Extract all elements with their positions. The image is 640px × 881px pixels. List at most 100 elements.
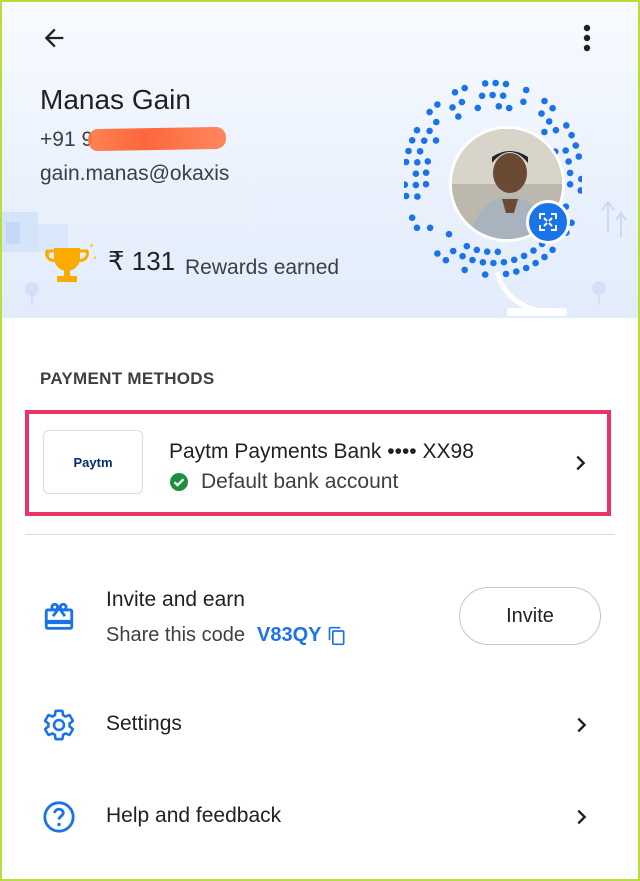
qr-dot bbox=[414, 193, 421, 200]
qr-dot bbox=[405, 147, 412, 155]
qr-dot bbox=[449, 247, 457, 255]
gear-icon bbox=[43, 709, 75, 741]
help-label: Help and feedback bbox=[106, 804, 282, 827]
payment-methods-title: PAYMENT METHODS bbox=[40, 369, 215, 388]
qr-dot bbox=[442, 256, 450, 264]
phone-prefix: +91 bbox=[40, 128, 76, 151]
qr-dot bbox=[469, 256, 476, 264]
qr-dot bbox=[433, 118, 440, 126]
qr-dot bbox=[572, 142, 580, 149]
qr-dot bbox=[494, 248, 502, 256]
paytm-logo: Paytm bbox=[43, 430, 143, 494]
qr-dot bbox=[566, 181, 574, 188]
qr-dot bbox=[522, 86, 530, 94]
qr-dot bbox=[451, 89, 459, 96]
invite-button[interactable]: Invite bbox=[459, 587, 601, 645]
qr-dot bbox=[404, 158, 410, 166]
qr-dot bbox=[500, 258, 508, 266]
qr-dot bbox=[505, 104, 513, 112]
paytm-logo-text: Paytm bbox=[73, 454, 113, 470]
qr-dot bbox=[490, 259, 497, 267]
expand-qr-button[interactable] bbox=[526, 200, 570, 244]
more-vert-icon bbox=[583, 24, 591, 52]
qr-dot bbox=[578, 175, 582, 183]
qr-dot bbox=[489, 91, 496, 99]
qr-dot bbox=[538, 110, 545, 117]
help-icon bbox=[43, 801, 75, 833]
qr-dot bbox=[541, 253, 548, 261]
qr-dot bbox=[422, 169, 430, 176]
expand-icon bbox=[539, 213, 557, 231]
qr-dot bbox=[575, 153, 582, 160]
qr-dot bbox=[455, 113, 462, 120]
qr-dot bbox=[541, 128, 548, 136]
qr-dot bbox=[478, 92, 486, 100]
qr-dot bbox=[483, 248, 491, 255]
qr-dot bbox=[434, 101, 441, 108]
qr-dot bbox=[449, 104, 456, 111]
qr-dot bbox=[502, 270, 510, 278]
qr-dot bbox=[502, 80, 510, 88]
qr-dot bbox=[459, 252, 466, 260]
qr-dot bbox=[461, 84, 468, 92]
qr-dot bbox=[412, 181, 420, 189]
arrow-back-icon bbox=[44, 28, 64, 48]
qr-dot bbox=[412, 170, 420, 177]
more-options-button[interactable] bbox=[572, 16, 602, 60]
bank-status: Default bank account bbox=[169, 470, 398, 494]
settings-label: Settings bbox=[106, 712, 182, 735]
bank-account-item[interactable]: Paytm Paytm Payments Bank •••• XX98 Defa… bbox=[25, 410, 611, 516]
qr-dot bbox=[461, 266, 468, 274]
qr-dot bbox=[577, 187, 582, 194]
qr-dot bbox=[426, 108, 433, 116]
qr-dot bbox=[432, 137, 440, 144]
qr-dot bbox=[426, 224, 434, 232]
help-feedback-item[interactable]: Help and feedback bbox=[2, 782, 638, 852]
qr-dot bbox=[545, 118, 553, 125]
qr-dot bbox=[481, 80, 489, 87]
invite-subtitle: Share this code V83QY bbox=[106, 624, 347, 647]
qr-dot bbox=[416, 148, 424, 155]
gift-icon bbox=[44, 602, 74, 630]
phone-redaction bbox=[87, 126, 227, 152]
rewards-amount[interactable]: ₹ 131 bbox=[108, 246, 175, 277]
qr-dot bbox=[522, 264, 530, 272]
qr-dot bbox=[510, 256, 518, 264]
qr-dot bbox=[481, 271, 489, 278]
qr-dot bbox=[473, 246, 481, 254]
referral-code[interactable]: V83QY bbox=[257, 624, 321, 647]
qr-dot bbox=[413, 126, 421, 134]
qr-dot bbox=[445, 230, 453, 238]
settings-item[interactable]: Settings bbox=[2, 690, 638, 760]
qr-dot bbox=[458, 98, 466, 106]
app-screen: Manas Gain +91 9 gain.manas@okaxis ₹ 131… bbox=[0, 0, 640, 881]
copy-icon bbox=[329, 626, 345, 645]
qr-dot bbox=[565, 158, 572, 165]
qr-dot bbox=[552, 126, 560, 134]
back-button[interactable] bbox=[32, 18, 76, 58]
qr-dot bbox=[420, 137, 428, 144]
qr-dot bbox=[549, 104, 556, 112]
chevron-right-icon bbox=[577, 809, 587, 825]
upi-id: gain.manas@okaxis bbox=[40, 162, 230, 185]
qr-dot bbox=[424, 158, 432, 165]
trophy-icon bbox=[45, 243, 96, 282]
profile-header: Manas Gain +91 9 gain.manas@okaxis ₹ 131… bbox=[2, 2, 638, 318]
qr-dot bbox=[568, 131, 575, 139]
qr-dot bbox=[426, 127, 433, 135]
copy-code-button[interactable] bbox=[327, 626, 347, 646]
qr-dot bbox=[520, 98, 527, 106]
qr-dot bbox=[434, 250, 441, 257]
qr-dot bbox=[413, 224, 421, 232]
qr-dot bbox=[495, 103, 503, 110]
qr-dot bbox=[530, 247, 537, 254]
rewards-trophy[interactable] bbox=[38, 240, 98, 291]
qr-dot bbox=[492, 79, 499, 87]
qr-dot bbox=[463, 242, 471, 250]
profile-name: Manas Gain bbox=[40, 84, 191, 115]
rewards-label[interactable]: Rewards earned bbox=[185, 256, 339, 280]
qr-dot bbox=[541, 97, 548, 105]
invite-title: Invite and earn bbox=[106, 588, 245, 611]
invite-subtitle-text: Share this code bbox=[106, 624, 245, 646]
qr-dot bbox=[549, 246, 556, 254]
